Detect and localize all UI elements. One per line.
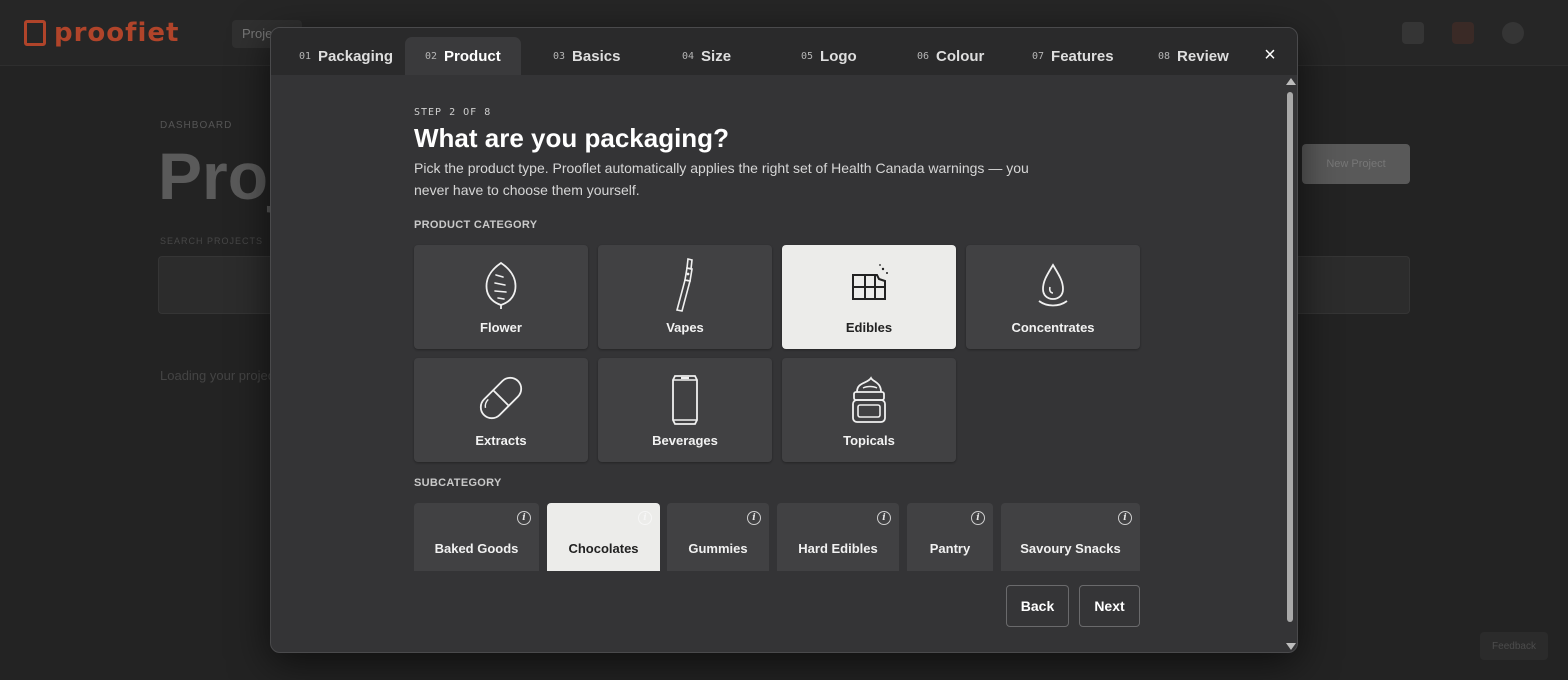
category-concentrates[interactable]: Concentrates <box>966 245 1140 349</box>
close-icon[interactable]: × <box>1259 44 1281 66</box>
cream-jar-icon <box>852 376 886 423</box>
scroll-up-icon[interactable] <box>1286 78 1296 85</box>
subcategory-gummies[interactable]: i Gummies <box>667 503 769 571</box>
info-icon[interactable]: i <box>517 511 531 525</box>
next-button[interactable]: Next <box>1079 585 1140 627</box>
tab-number: 01 <box>299 50 312 62</box>
category-label: Concentrates <box>1011 320 1095 335</box>
info-icon[interactable]: i <box>971 511 985 525</box>
subcategory-item-label: Baked Goods <box>434 541 519 556</box>
subcategory-item-label: Hard Edibles <box>798 541 878 556</box>
tab-number: 08 <box>1158 50 1171 62</box>
app-logo: proofiet <box>24 18 179 48</box>
capsule-icon <box>479 376 523 420</box>
tab-features[interactable]: 07 Features <box>1012 37 1134 75</box>
info-icon[interactable]: i <box>747 511 761 525</box>
leaf-icon <box>485 261 517 309</box>
tab-label: Size <box>701 47 732 65</box>
subcategory-item-label: Gummies <box>688 541 748 556</box>
tab-size[interactable]: 04 Size <box>662 37 751 75</box>
tab-number: 07 <box>1032 50 1045 62</box>
subcategory-savoury-snacks[interactable]: i Savoury Snacks <box>1001 503 1140 571</box>
logo-mark-icon <box>24 20 46 46</box>
tab-label: Basics <box>572 47 621 65</box>
subcategory-item-label: Pantry <box>929 541 971 556</box>
tab-number: 05 <box>801 50 814 62</box>
droplet-icon <box>1038 263 1068 307</box>
page-title: Proj <box>158 139 287 213</box>
tab-label: Features <box>1051 47 1114 65</box>
info-icon[interactable]: i <box>1118 511 1132 525</box>
feedback-button: Feedback <box>1480 632 1548 660</box>
tab-packaging[interactable]: 01 Packaging <box>279 37 413 75</box>
tab-label: Packaging <box>318 47 394 65</box>
tab-logo[interactable]: 05 Logo <box>781 37 877 75</box>
category-beverages[interactable]: Beverages <box>598 358 772 462</box>
subcategory-chocolates[interactable]: i Chocolates <box>547 503 660 571</box>
step-indicator: STEP 2 OF 8 <box>414 107 492 118</box>
page-description: Pick the product type. Prooflet automati… <box>414 160 1029 198</box>
category-label: Edibles <box>845 320 893 335</box>
tab-basics[interactable]: 03 Basics <box>533 37 640 75</box>
subcategory-item-label: Savoury Snacks <box>1020 541 1121 556</box>
subcategory-baked-goods[interactable]: i Baked Goods <box>414 503 539 571</box>
category-label: Vapes <box>666 320 704 335</box>
category-label: Extracts <box>475 433 527 448</box>
info-icon[interactable]: i <box>638 511 652 525</box>
tab-number: 02 <box>425 50 438 62</box>
info-icon[interactable]: i <box>877 511 891 525</box>
category-edibles[interactable]: Edibles <box>782 245 956 349</box>
scroll-thumb[interactable] <box>1287 92 1293 622</box>
new-project-button: New Project <box>1302 144 1410 184</box>
tab-number: 03 <box>553 50 566 62</box>
category-flower[interactable]: Flower <box>414 245 588 349</box>
chocolate-bar-icon <box>852 264 888 300</box>
category-vapes[interactable]: Vapes <box>598 245 772 349</box>
scroll-down-icon[interactable] <box>1286 643 1296 650</box>
new-project-wizard-modal: 01 Packaging 02 Product 03 Basics 04 Siz… <box>270 27 1298 653</box>
breadcrumb: DASHBOARD <box>160 120 233 131</box>
vape-pen-icon <box>676 258 693 312</box>
back-button[interactable]: Back <box>1006 585 1069 627</box>
can-icon <box>672 375 698 425</box>
subcategory-item-label: Chocolates <box>568 541 639 556</box>
subcategory-hard-edibles[interactable]: i Hard Edibles <box>777 503 899 571</box>
wizard-tabs: 01 Packaging 02 Product 03 Basics 04 Siz… <box>271 28 1297 75</box>
scrollbar[interactable] <box>1285 78 1296 650</box>
tab-label: Product <box>444 47 501 65</box>
tab-product[interactable]: 02 Product <box>405 37 521 75</box>
tab-label: Logo <box>820 47 857 65</box>
category-label: Flower <box>480 320 522 335</box>
tab-number: 06 <box>917 50 930 62</box>
product-category-label: PRODUCT CATEGORY <box>414 219 538 231</box>
tab-label: Review <box>1177 47 1229 65</box>
subcategory-label: SUBCATEGORY <box>414 477 502 489</box>
help-icon <box>1402 22 1424 44</box>
wizard-content: STEP 2 OF 8 What are you packaging? Pick… <box>271 75 1285 652</box>
notification-icon <box>1452 22 1474 44</box>
category-topicals[interactable]: Topicals <box>782 358 956 462</box>
search-label: SEARCH PROJECTS <box>160 236 264 246</box>
category-label: Topicals <box>843 433 895 448</box>
tab-label: Colour <box>936 47 985 65</box>
tab-review[interactable]: 08 Review <box>1138 37 1249 75</box>
tab-number: 04 <box>682 50 695 62</box>
category-extracts[interactable]: Extracts <box>414 358 588 462</box>
tab-colour[interactable]: 06 Colour <box>897 37 1004 75</box>
logo-text: proofiet <box>54 18 180 48</box>
page-heading: What are you packaging? <box>414 123 729 153</box>
avatar <box>1502 22 1524 44</box>
category-label: Beverages <box>652 433 718 448</box>
subcategory-pantry[interactable]: i Pantry <box>907 503 993 571</box>
